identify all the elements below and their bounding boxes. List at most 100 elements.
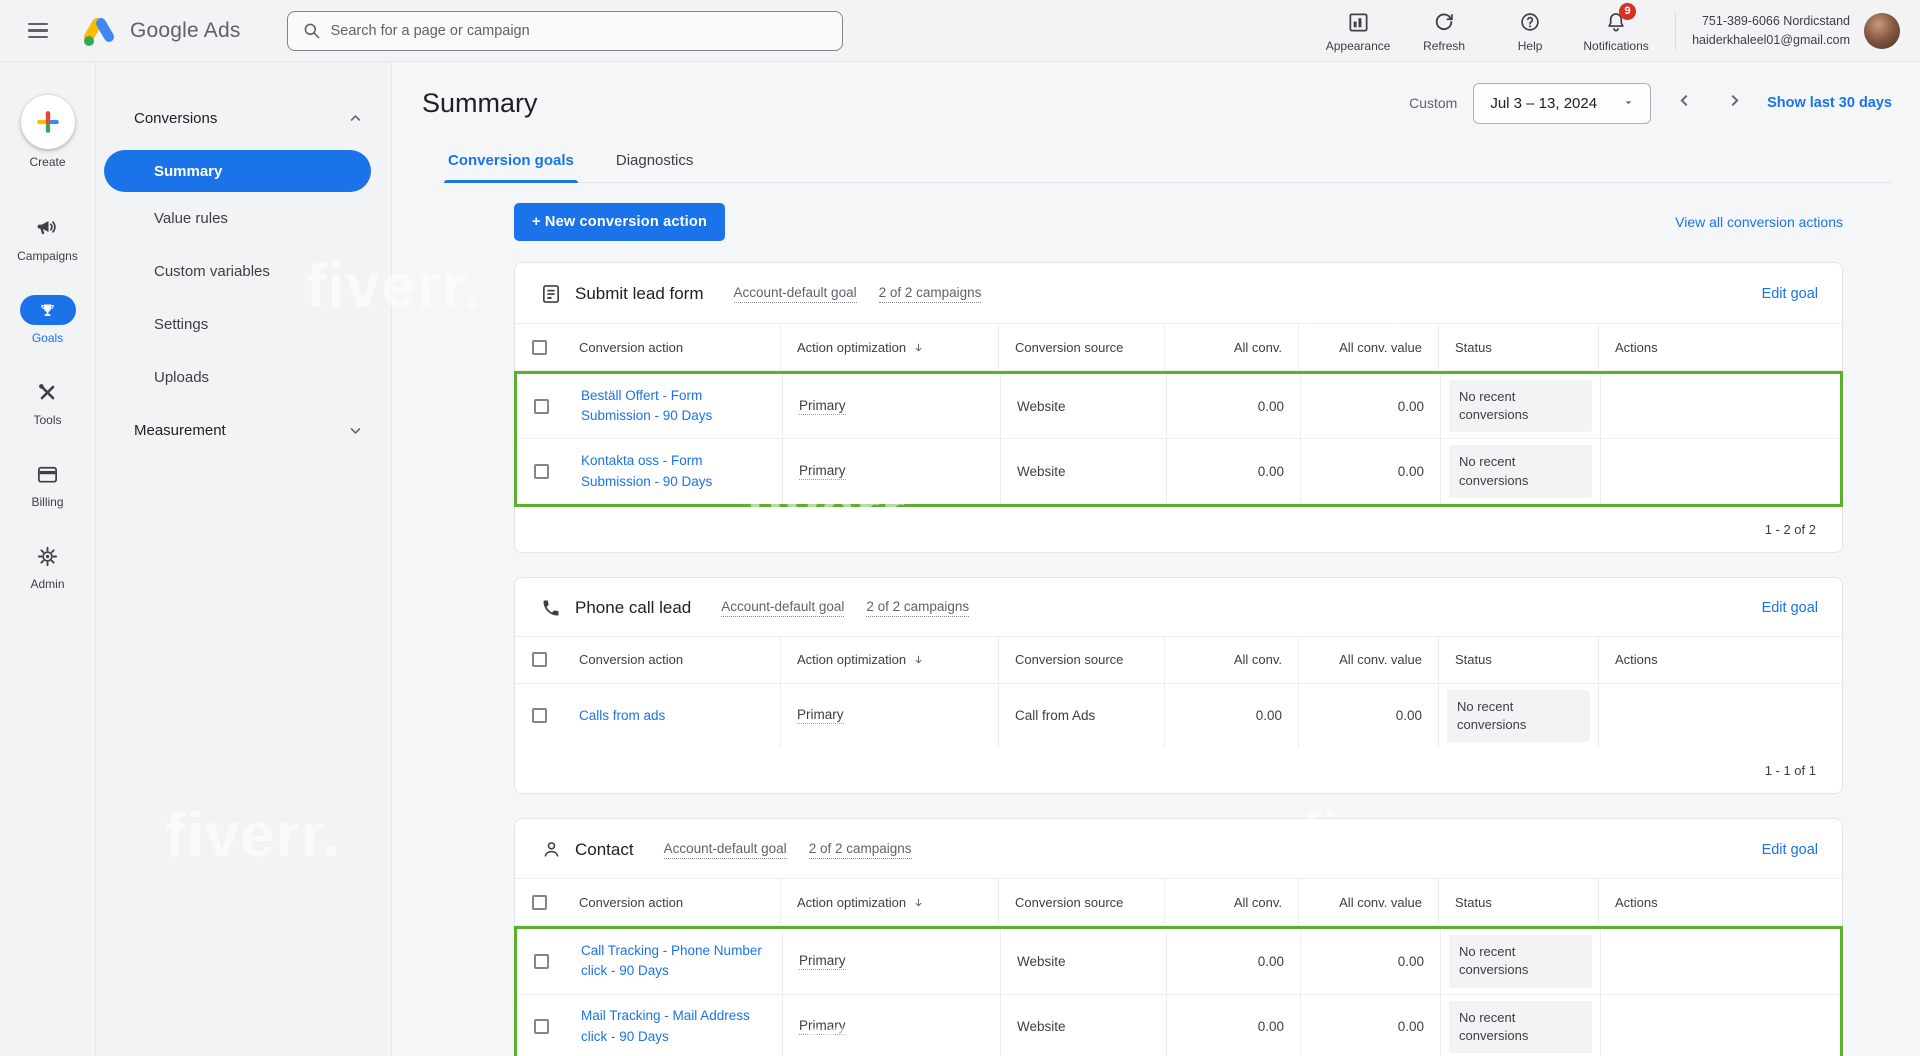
help-label: Help bbox=[1518, 39, 1543, 53]
column-header-status[interactable]: Status bbox=[1439, 637, 1599, 683]
goal-card-header: ContactAccount-default goal2 of 2 campai… bbox=[515, 819, 1842, 878]
avatar[interactable] bbox=[1864, 13, 1900, 49]
appearance-button[interactable]: Appearance bbox=[1315, 9, 1401, 53]
cell-action-optimization: Primary bbox=[781, 684, 999, 748]
optimization-value[interactable]: Primary bbox=[799, 398, 846, 415]
column-header-action-optimization[interactable]: Action optimization bbox=[781, 637, 999, 683]
column-label: Action optimization bbox=[797, 895, 906, 910]
rail-item-goals[interactable]: Goals bbox=[20, 295, 76, 345]
nav-item-uploads[interactable]: Uploads bbox=[96, 351, 391, 404]
column-header-conversion-action[interactable]: Conversion action bbox=[563, 637, 781, 683]
highlight-box: Beställ Offert - Form Submission - 90 Da… bbox=[514, 371, 1843, 507]
rail-item-tools[interactable]: Tools bbox=[33, 377, 63, 427]
header-cell-checkbox bbox=[515, 324, 563, 370]
next-period-button[interactable] bbox=[1717, 86, 1751, 120]
new-conversion-action-button[interactable]: + New conversion action bbox=[514, 203, 725, 241]
optimization-value[interactable]: Primary bbox=[797, 707, 844, 724]
column-header-all-conv[interactable]: All conv. bbox=[1165, 324, 1299, 370]
rail-item-campaigns[interactable]: Campaigns bbox=[17, 213, 78, 263]
goal-type[interactable]: Account-default goal bbox=[721, 599, 844, 617]
refresh-button[interactable]: Refresh bbox=[1401, 9, 1487, 53]
previous-period-button[interactable] bbox=[1667, 86, 1701, 120]
main-menu-button[interactable] bbox=[18, 11, 58, 51]
rail-item-billing[interactable]: Billing bbox=[31, 459, 63, 509]
column-header-status[interactable]: Status bbox=[1439, 879, 1599, 925]
goal-campaigns[interactable]: 2 of 2 campaigns bbox=[866, 599, 969, 617]
select-all-checkbox[interactable] bbox=[532, 895, 547, 910]
cell-actions bbox=[1601, 374, 1840, 438]
column-header-action-optimization[interactable]: Action optimization bbox=[781, 879, 999, 925]
goal-campaigns[interactable]: 2 of 2 campaigns bbox=[879, 285, 982, 303]
column-header-action-optimization[interactable]: Action optimization bbox=[781, 324, 999, 370]
select-all-checkbox[interactable] bbox=[532, 340, 547, 355]
conversion-source-value: Website bbox=[1017, 399, 1066, 414]
row-checkbox[interactable] bbox=[534, 954, 549, 969]
admin-icon bbox=[32, 541, 62, 571]
help-button[interactable]: Help bbox=[1487, 9, 1573, 53]
google-ads-logo[interactable]: Google Ads bbox=[80, 15, 241, 47]
column-header-all-conv-value[interactable]: All conv. value bbox=[1299, 637, 1439, 683]
column-header-conversion-source[interactable]: Conversion source bbox=[999, 324, 1165, 370]
optimization-value[interactable]: Primary bbox=[799, 1018, 846, 1035]
column-header-actions[interactable]: Actions bbox=[1599, 879, 1842, 925]
nav-item-summary[interactable]: Summary bbox=[104, 150, 371, 192]
optimization-value[interactable]: Primary bbox=[799, 463, 846, 480]
column-header-conversion-source[interactable]: Conversion source bbox=[999, 637, 1165, 683]
conversion-action-link[interactable]: Mail Tracking - Mail Address click - 90 … bbox=[581, 1006, 766, 1047]
cell-status: No recent conversions bbox=[1441, 374, 1601, 438]
column-header-actions[interactable]: Actions bbox=[1599, 637, 1842, 683]
column-header-actions[interactable]: Actions bbox=[1599, 324, 1842, 370]
column-header-conversion-action[interactable]: Conversion action bbox=[563, 879, 781, 925]
view-all-conversion-actions-link[interactable]: View all conversion actions bbox=[1675, 214, 1843, 230]
rail-label-billing: Billing bbox=[31, 495, 63, 509]
row-checkbox[interactable] bbox=[534, 464, 549, 479]
column-header-all-conv[interactable]: All conv. bbox=[1165, 637, 1299, 683]
conversion-action-link[interactable]: Calls from ads bbox=[579, 706, 665, 726]
column-label: All conv. bbox=[1234, 340, 1282, 355]
goal-type[interactable]: Account-default goal bbox=[734, 285, 857, 303]
account-info[interactable]: 751-389-6066 Nordicstand haiderkhaleel01… bbox=[1692, 12, 1850, 48]
goal-type[interactable]: Account-default goal bbox=[664, 841, 787, 859]
cell-conversion-action: Mail Tracking - Mail Address click - 90 … bbox=[565, 995, 783, 1056]
tab-conversion-goals[interactable]: Conversion goals bbox=[444, 140, 578, 182]
column-header-conversion-source[interactable]: Conversion source bbox=[999, 879, 1165, 925]
conversion-action-link[interactable]: Beställ Offert - Form Submission - 90 Da… bbox=[581, 386, 766, 427]
show-last-30-days-link[interactable]: Show last 30 days bbox=[1767, 95, 1892, 111]
edit-goal-link[interactable]: Edit goal bbox=[1762, 842, 1818, 858]
conversion-source-value: Website bbox=[1017, 464, 1066, 479]
row-checkbox[interactable] bbox=[532, 708, 547, 723]
card-footer: 1 - 2 of 2 bbox=[515, 507, 1842, 552]
column-label: Actions bbox=[1615, 340, 1658, 355]
search-input[interactable]: Search for a page or campaign bbox=[287, 11, 843, 51]
tab-diagnostics[interactable]: Diagnostics bbox=[612, 140, 698, 182]
column-header-status[interactable]: Status bbox=[1439, 324, 1599, 370]
contact-icon bbox=[539, 839, 563, 860]
notifications-button[interactable]: 9Notifications bbox=[1573, 9, 1659, 53]
nav-section-label: Measurement bbox=[134, 422, 226, 439]
nav-item-value-rules[interactable]: Value rules bbox=[96, 192, 391, 245]
row-checkbox[interactable] bbox=[534, 399, 549, 414]
column-header-all-conv[interactable]: All conv. bbox=[1165, 879, 1299, 925]
row-checkbox[interactable] bbox=[534, 1019, 549, 1034]
cell-all-conv: 0.00 bbox=[1167, 439, 1301, 503]
rail-item-create[interactable]: Create bbox=[21, 95, 75, 169]
notification-badge: 9 bbox=[1619, 3, 1636, 20]
date-range-picker[interactable]: Jul 3 – 13, 2024 bbox=[1473, 83, 1651, 124]
column-header-all-conv-value[interactable]: All conv. value bbox=[1299, 324, 1439, 370]
appearance-label: Appearance bbox=[1326, 39, 1391, 53]
edit-goal-link[interactable]: Edit goal bbox=[1762, 286, 1818, 302]
optimization-value[interactable]: Primary bbox=[799, 953, 846, 970]
conversion-action-link[interactable]: Call Tracking - Phone Number click - 90 … bbox=[581, 941, 766, 982]
goal-campaigns[interactable]: 2 of 2 campaigns bbox=[809, 841, 912, 859]
nav-item-custom-variables[interactable]: Custom variables bbox=[96, 245, 391, 298]
nav-item-settings[interactable]: Settings bbox=[96, 298, 391, 351]
column-header-all-conv-value[interactable]: All conv. value bbox=[1299, 879, 1439, 925]
nav-section-conversions[interactable]: Conversions bbox=[96, 100, 391, 136]
select-all-checkbox[interactable] bbox=[532, 652, 547, 667]
column-header-conversion-action[interactable]: Conversion action bbox=[563, 324, 781, 370]
status-badge: No recent conversions bbox=[1449, 380, 1592, 432]
edit-goal-link[interactable]: Edit goal bbox=[1762, 600, 1818, 616]
nav-section-measurement[interactable]: Measurement bbox=[96, 404, 391, 457]
conversion-action-link[interactable]: Kontakta oss - Form Submission - 90 Days bbox=[581, 451, 766, 492]
rail-item-admin[interactable]: Admin bbox=[30, 541, 64, 591]
